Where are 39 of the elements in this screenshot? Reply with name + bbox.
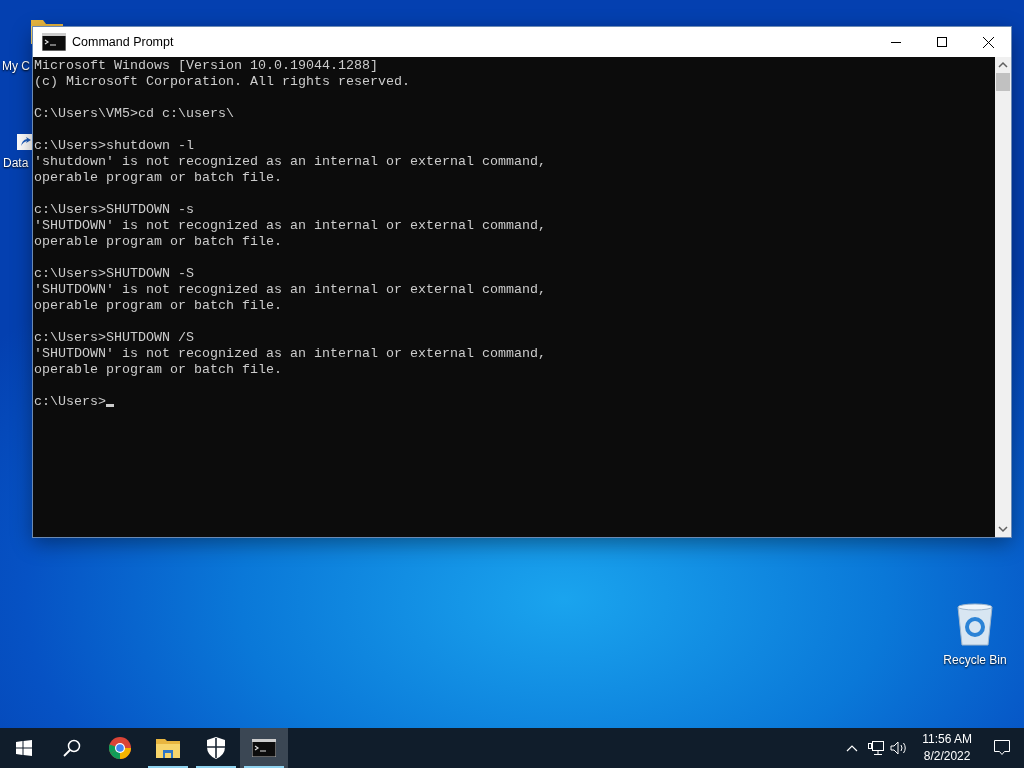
command-prompt-icon (42, 33, 66, 51)
console-line: 'SHUTDOWN' is not recognized as an internal or external command, (34, 346, 546, 361)
console-line: operable program or batch file. (34, 234, 282, 249)
console-line: c:\Users>shutdown -l (34, 138, 194, 153)
maximize-icon[interactable] (937, 37, 947, 47)
desktop-icon-label[interactable]: Data (3, 156, 29, 170)
notification-icon[interactable] (993, 739, 1011, 757)
recycle-bin-icon (955, 603, 995, 647)
speaker-icon[interactable] (890, 741, 909, 755)
minimize-icon[interactable] (891, 41, 901, 43)
console-line: c:\Users>SHUTDOWN -s (34, 202, 194, 217)
console-line: (c) Microsoft Corporation. All rights reserved. (34, 74, 410, 89)
console-line: c:\Users> (34, 394, 106, 409)
console-line: 'shutdown' is not recognized as an internal or external command, (34, 154, 546, 169)
windows-logo-icon (16, 740, 32, 756)
console-line: operable program or batch file. (34, 362, 282, 377)
console-line: c:\Users>SHUTDOWN /S (34, 330, 194, 345)
console-line: operable program or batch file. (34, 298, 282, 313)
chrome-icon (108, 736, 132, 760)
scrollbar[interactable] (995, 57, 1011, 537)
command-prompt-taskbar-button[interactable] (240, 728, 288, 768)
console-line: 'SHUTDOWN' is not recognized as an internal or external command, (34, 218, 546, 233)
shield-icon (206, 737, 226, 759)
console-line: c:\Users>SHUTDOWN -S (34, 266, 194, 281)
clock[interactable]: 11:56 AM 8/2/2022 (914, 728, 980, 768)
close-icon[interactable] (982, 36, 994, 48)
folder-icon (156, 738, 180, 758)
chevron-up-icon[interactable] (846, 744, 859, 752)
console-line: Microsoft Windows [Version 10.0.19044.1288] (34, 58, 378, 73)
search-icon (63, 739, 81, 757)
console-line: 'SHUTDOWN' is not recognized as an internal or external command, (34, 282, 546, 297)
network-icon[interactable] (868, 741, 885, 755)
desktop-icon-label[interactable]: My C (2, 59, 30, 73)
scroll-thumb[interactable] (996, 73, 1010, 91)
command-prompt-icon (252, 739, 276, 757)
desktop-icon-label[interactable]: Recycle Bin (943, 653, 1007, 667)
console-line: C:\Users\VM5>cd c:\users\ (34, 106, 234, 121)
window-title: Command Prompt (72, 35, 175, 49)
console-line: operable program or batch file. (34, 170, 282, 185)
